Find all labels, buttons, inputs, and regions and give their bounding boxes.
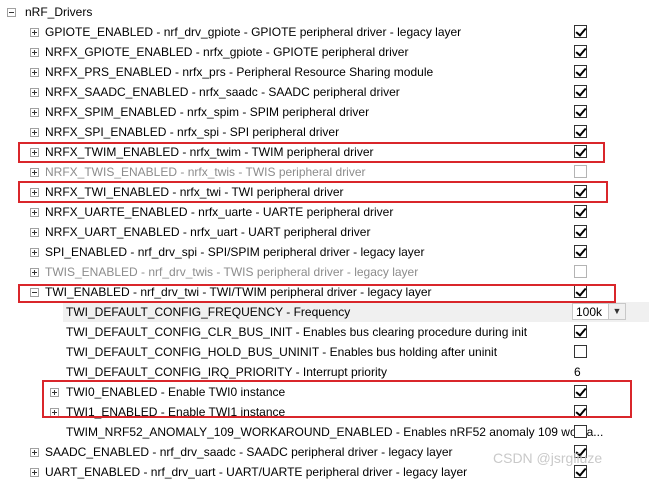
tree-item-label: NRFX_PRS_ENABLED - nrfx_prs - Peripheral… [45,65,434,79]
tree-item-label: TWI_DEFAULT_CONFIG_CLR_BUS_INIT - Enable… [66,325,528,339]
tree-item-twi-irq-priority[interactable]: TWI_DEFAULT_CONFIG_IRQ_PRIORITY - Interr… [0,362,649,382]
tree-root-label: nRF_Drivers [25,5,93,19]
tree-item-twim-anomaly-109[interactable]: TWIM_NRF52_ANOMALY_109_WORKAROUND_ENABLE… [0,422,649,442]
expand-icon[interactable] [30,468,39,477]
tree-item-label: NRFX_UART_ENABLED - nrfx_uart - UART per… [45,225,371,239]
enable-checkbox[interactable] [574,225,587,238]
highlight-box-twi [18,181,608,203]
enable-checkbox[interactable] [574,345,587,358]
frequency-select[interactable]: 100k ▼ [572,303,626,320]
tree-item-label: SPI_ENABLED - nrf_drv_spi - SPI/SPIM per… [45,245,425,259]
expand-icon[interactable] [30,108,39,117]
tree-item-label: TWIS_ENABLED - nrf_drv_twis - TWIS perip… [45,265,419,279]
expand-icon[interactable] [30,88,39,97]
enable-checkbox[interactable] [574,85,587,98]
highlight-box-twi-instances [42,380,632,418]
enable-checkbox[interactable] [574,425,587,438]
tree-item-label: GPIOTE_ENABLED - nrf_drv_gpiote - GPIOTE… [45,25,462,39]
tree-item-spi[interactable]: SPI_ENABLED - nrf_drv_spi - SPI/SPIM per… [0,242,649,262]
tree-item-twi-clr-bus-init[interactable]: TWI_DEFAULT_CONFIG_CLR_BUS_INIT - Enable… [0,322,649,342]
watermark: CSDN @jsrgliuze [493,450,603,466]
highlight-box-twi-enabled [18,284,616,303]
enable-checkbox[interactable] [574,25,587,38]
tree-item-label: NRFX_TWIS_ENABLED - nrfx_twis - TWIS per… [45,165,366,179]
tree-item-twis[interactable]: TWIS_ENABLED - nrf_drv_twis - TWIS perip… [0,262,649,282]
tree-item-label: TWI_DEFAULT_CONFIG_FREQUENCY - Frequency [66,305,351,319]
tree-root-nrf-drivers[interactable]: nRF_Drivers [0,2,649,22]
tree-item-nrfx-prs[interactable]: NRFX_PRS_ENABLED - nrfx_prs - Peripheral… [0,62,649,82]
enable-checkbox[interactable] [574,125,587,138]
tree-item-label: NRFX_SPIM_ENABLED - nrfx_spim - SPIM per… [45,105,370,119]
enable-checkbox[interactable] [574,325,587,338]
enable-checkbox[interactable] [574,65,587,78]
tree-item-nrfx-twis[interactable]: NRFX_TWIS_ENABLED - nrfx_twis - TWIS per… [0,162,649,182]
tree-item-nrfx-spi[interactable]: NRFX_SPI_ENABLED - nrfx_spi - SPI periph… [0,122,649,142]
expand-icon[interactable] [30,68,39,77]
enable-checkbox[interactable] [574,105,587,118]
highlight-box-twim [18,142,605,163]
enable-checkbox[interactable] [574,165,587,178]
tree-item-label: SAADC_ENABLED - nrf_drv_saadc - SAADC pe… [45,445,453,459]
expand-icon[interactable] [30,448,39,457]
expand-icon[interactable] [30,268,39,277]
tree-item-nrfx-gpiote[interactable]: NRFX_GPIOTE_ENABLED - nrfx_gpiote - GPIO… [0,42,649,62]
tree-item-nrfx-saadc[interactable]: NRFX_SAADC_ENABLED - nrfx_saadc - SAADC … [0,82,649,102]
tree-item-nrfx-spim[interactable]: NRFX_SPIM_ENABLED - nrfx_spim - SPIM per… [0,102,649,122]
expand-icon[interactable] [30,128,39,137]
expand-icon[interactable] [30,168,39,177]
expand-icon[interactable] [30,228,39,237]
enable-checkbox[interactable] [574,245,587,258]
frequency-value: 100k [576,305,603,319]
tree-item-nrfx-uart[interactable]: NRFX_UART_ENABLED - nrfx_uart - UART per… [0,222,649,242]
tree-item-gpiote[interactable]: GPIOTE_ENABLED - nrf_drv_gpiote - GPIOTE… [0,22,649,42]
tree-item-label: NRFX_UARTE_ENABLED - nrfx_uarte - UARTE … [45,205,394,219]
enable-checkbox[interactable] [574,205,587,218]
tree-item-label: TWI_DEFAULT_CONFIG_IRQ_PRIORITY - Interr… [66,365,387,379]
chevron-down-icon[interactable]: ▼ [608,304,625,319]
irq-priority-value[interactable]: 6 [574,365,581,379]
tree-item-twi-frequency[interactable]: TWI_DEFAULT_CONFIG_FREQUENCY - Frequency [0,302,649,322]
tree-item-nrfx-uarte[interactable]: NRFX_UARTE_ENABLED - nrfx_uarte - UARTE … [0,202,649,222]
expand-icon[interactable] [30,48,39,57]
tree-item-label: UART_ENABLED - nrf_drv_uart - UART/UARTE… [45,465,468,479]
collapse-icon[interactable] [7,8,16,17]
tree-item-label: TWIM_NRF52_ANOMALY_109_WORKAROUND_ENABLE… [66,425,604,439]
tree-item-twi-hold-bus-uninit[interactable]: TWI_DEFAULT_CONFIG_HOLD_BUS_UNINIT - Ena… [0,342,649,362]
expand-icon[interactable] [30,248,39,257]
tree-item-label: TWI_DEFAULT_CONFIG_HOLD_BUS_UNINIT - Ena… [66,345,498,359]
tree-item-label: NRFX_SAADC_ENABLED - nrfx_saadc - SAADC … [45,85,400,99]
enable-checkbox[interactable] [574,465,587,478]
tree-item-label: NRFX_SPI_ENABLED - nrfx_spi - SPI periph… [45,125,340,139]
expand-icon[interactable] [30,208,39,217]
expand-icon[interactable] [30,28,39,37]
tree-item-label: NRFX_GPIOTE_ENABLED - nrfx_gpiote - GPIO… [45,45,409,59]
enable-checkbox[interactable] [574,45,587,58]
enable-checkbox[interactable] [574,265,587,278]
